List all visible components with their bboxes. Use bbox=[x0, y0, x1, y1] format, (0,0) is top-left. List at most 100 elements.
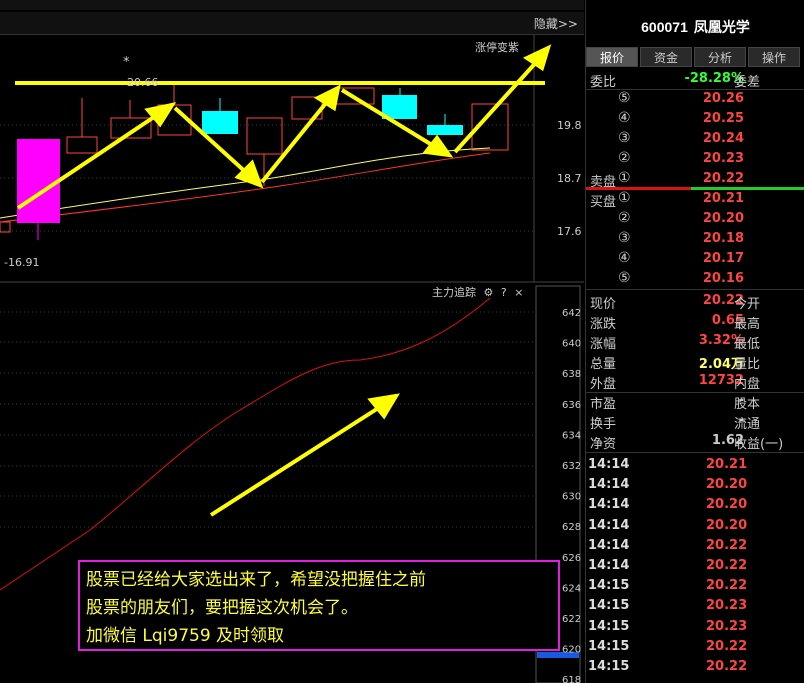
stock-title: 600071 凤凰光学 bbox=[586, 14, 804, 40]
quote-row-label: 外盘 bbox=[590, 377, 617, 392]
hide-toggle[interactable]: 隐藏>> bbox=[534, 15, 578, 32]
tick-row[interactable]: 14:15 20.22 bbox=[586, 657, 804, 677]
info-row: 净资 1.62 收益(一) bbox=[586, 431, 804, 452]
tracker-axis-label: 618 bbox=[562, 675, 581, 683]
weibi-row: 委比 -28.28% 委差 bbox=[586, 69, 804, 90]
tick-row[interactable]: 14:15 20.23 bbox=[586, 617, 804, 637]
tracker-axis-label: 632 bbox=[562, 461, 581, 472]
help-icon[interactable]: ? bbox=[501, 286, 507, 299]
quote-row: 涨幅 3.32% 最低 bbox=[586, 331, 804, 352]
order-price: 20.24 bbox=[702, 131, 744, 146]
stock-name: 凤凰光学 bbox=[693, 19, 750, 35]
order-price: 20.20 bbox=[702, 211, 744, 226]
order-price: 20.26 bbox=[702, 91, 744, 106]
tracker-axis-label: 642 bbox=[562, 308, 581, 319]
info-row-label: 净资 bbox=[590, 437, 617, 452]
info-row-label2: 流通 bbox=[734, 417, 761, 432]
tracker-title: 主力追踪 bbox=[432, 286, 476, 299]
order-price: 20.22 bbox=[702, 171, 744, 186]
order-price: 20.21 bbox=[702, 191, 744, 206]
quote-row-label: 现价 bbox=[590, 297, 617, 312]
weidiff-label: 委差 bbox=[734, 75, 761, 90]
tick-time: 14:14 bbox=[588, 497, 630, 513]
order-price: 20.23 bbox=[702, 151, 744, 166]
info-row: 换手 - 流通 bbox=[586, 411, 804, 432]
tracker-axis-label: 638 bbox=[562, 369, 581, 380]
tick-row[interactable]: 14:14 20.20 bbox=[586, 475, 804, 495]
order-level: ④ bbox=[618, 110, 631, 126]
buy-row[interactable]: ② 20.20 bbox=[586, 209, 804, 229]
tick-price: 20.22 bbox=[706, 638, 748, 654]
buy-row[interactable]: ④ 20.17 bbox=[586, 249, 804, 269]
note-line-1: 股票已经给大家选出来了，希望没把握住之前 bbox=[86, 570, 426, 590]
tick-time: 14:15 bbox=[588, 598, 630, 614]
order-level: ④ bbox=[618, 250, 631, 266]
tick-row[interactable]: 14:14 20.21 bbox=[586, 455, 804, 475]
tick-time: 14:15 bbox=[588, 578, 630, 594]
y-label-2: 18.7 bbox=[557, 172, 582, 185]
quote-row: 总量 2.04万 量比 bbox=[586, 351, 804, 372]
gear-icon[interactable]: ⚙ bbox=[484, 286, 494, 299]
order-level: ③ bbox=[618, 130, 631, 146]
tick-time: 14:14 bbox=[588, 517, 630, 533]
tracker-axis-label: 630 bbox=[562, 492, 581, 503]
quote-row-label: 总量 bbox=[590, 357, 617, 372]
tab-analysis[interactable]: 分析 bbox=[694, 47, 746, 67]
order-level: ① bbox=[618, 190, 631, 206]
tracker-axis-label: 636 bbox=[562, 400, 581, 411]
tab-funds[interactable]: 资金 bbox=[640, 47, 692, 67]
chart-header-bar: 隐藏>> bbox=[0, 12, 584, 35]
star-mark: * bbox=[123, 55, 130, 70]
tab-operation[interactable]: 操作 bbox=[748, 47, 800, 67]
tick-row[interactable]: 14:15 20.23 bbox=[586, 596, 804, 616]
buy-row[interactable]: 买盘 ① 20.21 bbox=[586, 189, 804, 210]
stock-code: 600071 bbox=[641, 19, 688, 35]
tracker-axis-label: 624 bbox=[562, 583, 581, 594]
tracker-axis-label: 620 bbox=[562, 645, 581, 656]
sell-row[interactable]: 卖盘 ① 20.22 bbox=[586, 169, 804, 190]
tracker-axis-label: 626 bbox=[562, 553, 581, 564]
buy-row[interactable]: ⑤ 20.16 bbox=[586, 269, 804, 289]
tick-row[interactable]: 14:14 20.20 bbox=[586, 495, 804, 515]
sell-row[interactable]: ④ 20.25 bbox=[586, 109, 804, 129]
order-level: ③ bbox=[618, 230, 631, 246]
quote-row-label: 涨跌 bbox=[590, 317, 617, 332]
tick-row[interactable]: 14:14 20.20 bbox=[586, 516, 804, 536]
tick-time: 14:15 bbox=[588, 618, 630, 634]
tick-price: 20.20 bbox=[706, 517, 748, 533]
promo-note: 股票已经给大家选出来了，希望没把握住之前 股票的朋友们，要把握这次机会了。 加微… bbox=[78, 560, 560, 651]
order-price: 20.18 bbox=[702, 231, 744, 246]
buy-row[interactable]: ③ 20.18 bbox=[586, 229, 804, 249]
tick-price: 20.22 bbox=[706, 578, 748, 594]
tick-time: 14:14 bbox=[588, 477, 630, 493]
sell-row[interactable]: ② 20.23 bbox=[586, 149, 804, 169]
tick-price: 20.21 bbox=[706, 457, 748, 472]
info-row-label: 换手 bbox=[590, 417, 617, 432]
tab-quote[interactable]: 报价 bbox=[586, 47, 638, 67]
info-row-label: 市盈 bbox=[590, 397, 617, 412]
tick-row[interactable]: 14:15 20.22 bbox=[586, 576, 804, 596]
info-row-label2: 股本 bbox=[734, 397, 761, 412]
tick-price: 20.22 bbox=[706, 558, 748, 573]
order-level: ② bbox=[618, 210, 631, 226]
tick-row[interactable]: 14:14 20.22 bbox=[586, 556, 804, 576]
order-price: 20.17 bbox=[702, 251, 744, 266]
tick-time: 14:15 bbox=[588, 659, 630, 674]
tracker-header: 主力追踪 ⚙ ? × bbox=[432, 284, 523, 300]
low-label: -16.91 bbox=[4, 256, 39, 269]
tick-time: 14:14 bbox=[588, 537, 630, 553]
sell-row[interactable]: ③ 20.24 bbox=[586, 129, 804, 149]
order-price: 20.25 bbox=[702, 111, 744, 126]
order-level: ① bbox=[618, 170, 631, 186]
sell-row[interactable]: ⑤ 20.26 bbox=[586, 89, 804, 109]
info-row-label2: 收益(一) bbox=[734, 437, 784, 452]
tracker-axis-label: 622 bbox=[562, 614, 581, 625]
quote-row: 外盘 12732 内盘 bbox=[586, 371, 804, 392]
tick-price: 20.23 bbox=[706, 618, 748, 634]
tracker-axis-label: 640 bbox=[562, 339, 581, 350]
tick-row[interactable]: 14:15 20.22 bbox=[586, 637, 804, 657]
quote-panel: 600071 凤凰光学 报价 资金 分析 操作 委比 -28.28% 委差 ⑤ 2… bbox=[585, 0, 804, 683]
close-icon[interactable]: × bbox=[514, 286, 523, 299]
tick-row[interactable]: 14:14 20.22 bbox=[586, 536, 804, 556]
note-line-3: 加微信 Lqi9759 及时领取 bbox=[86, 626, 285, 646]
